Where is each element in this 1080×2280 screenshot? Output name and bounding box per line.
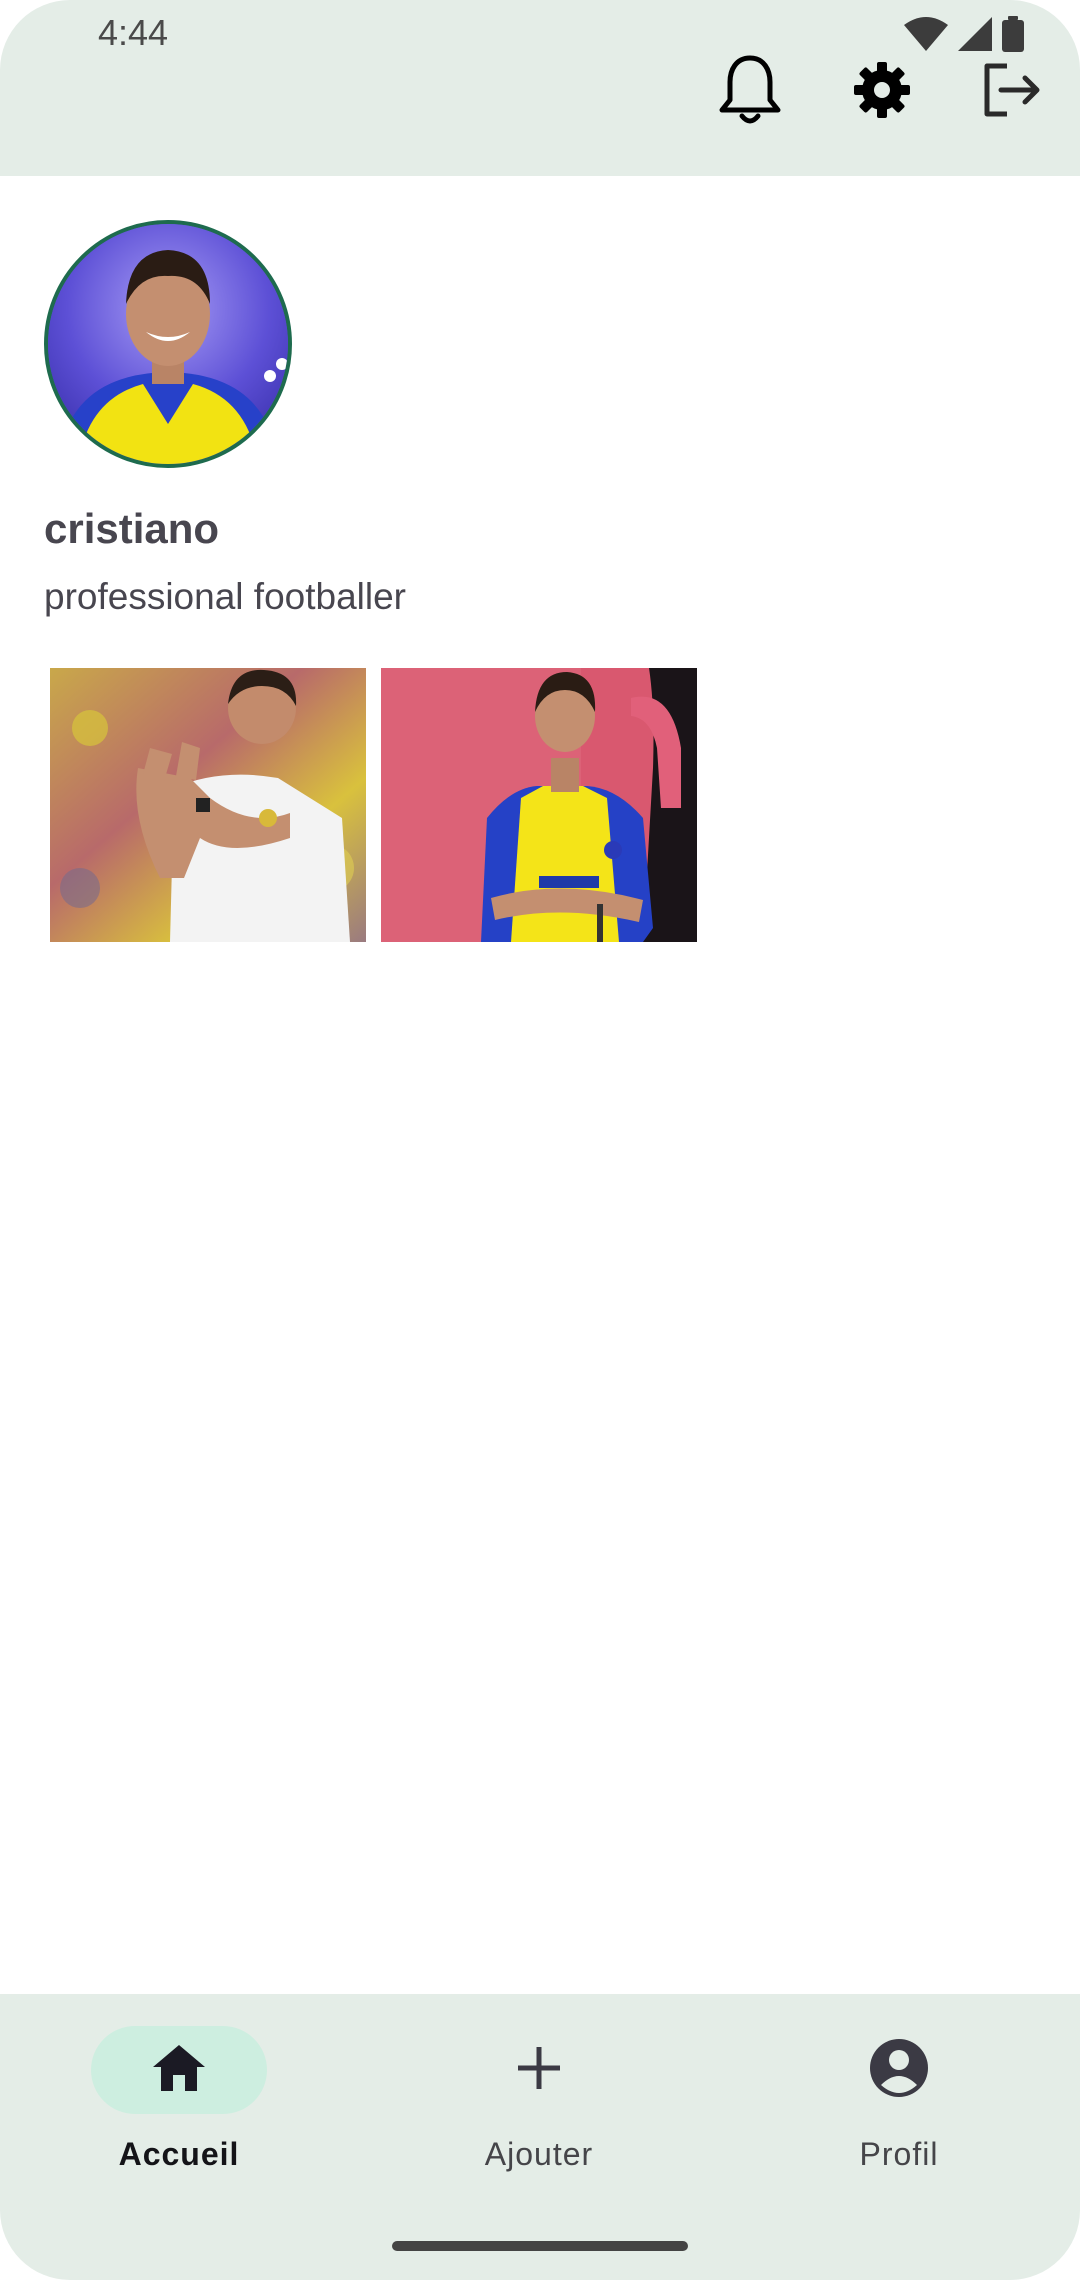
profile-bio: professional footballer <box>44 576 406 617</box>
profile-avatar[interactable] <box>44 220 292 468</box>
logout-icon[interactable] <box>972 50 1052 130</box>
nav-label-ajouter: Ajouter <box>484 2136 594 2172</box>
bell-icon[interactable] <box>710 50 790 130</box>
top-app-bar: 4:44 <box>0 0 1080 176</box>
nav-item-accueil[interactable]: Accueil <box>33 1994 333 2194</box>
post-photo-white-shirt-applauding[interactable] <box>50 668 366 942</box>
profile-username: cristiano <box>44 505 220 552</box>
nav-label-accueil: Accueil <box>118 2136 240 2172</box>
profile-screen: 4:44 cristiano professional footballer A… <box>0 0 1080 2280</box>
nav-active-indicator <box>91 2026 267 2114</box>
home-icon <box>153 2044 205 2096</box>
nav-label-profil: Profil <box>859 2136 939 2172</box>
nav-item-profil[interactable]: Profil <box>753 1994 1053 2194</box>
bottom-navigation: Accueil Ajouter Profil <box>0 1994 1080 2280</box>
account-circle-icon <box>870 2038 928 2102</box>
nav-pill <box>811 2026 987 2114</box>
status-time: 4:44 <box>98 12 169 53</box>
nav-pill <box>451 2026 627 2114</box>
nav-item-ajouter[interactable]: Ajouter <box>393 1994 693 2194</box>
plus-icon <box>518 2046 560 2094</box>
gear-icon[interactable] <box>842 50 922 130</box>
post-photo-yellow-jersey-arms-crossed[interactable] <box>381 668 697 942</box>
home-indicator[interactable] <box>392 2241 688 2251</box>
